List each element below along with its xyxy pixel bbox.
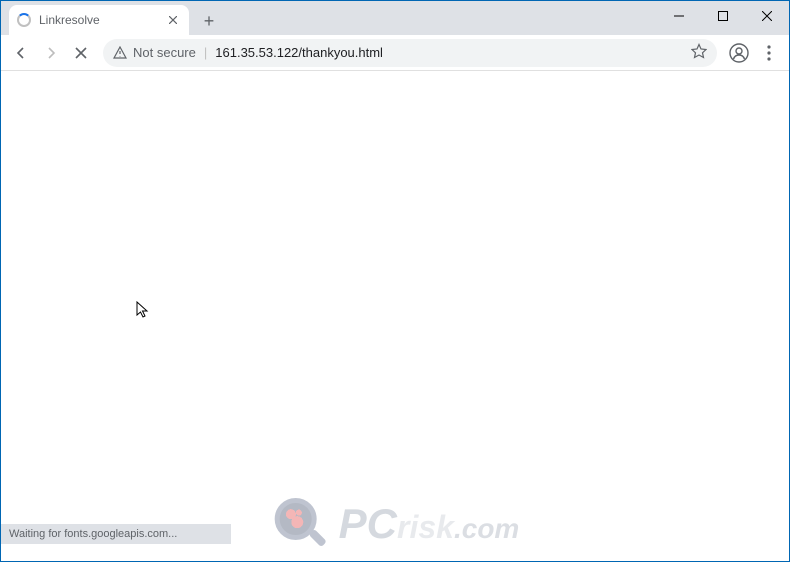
close-icon (169, 16, 177, 24)
watermark-text: PCrisk.com (339, 500, 520, 548)
maximize-icon (718, 11, 728, 21)
window-controls (657, 1, 789, 31)
browser-window: Linkresolve + (0, 0, 790, 562)
close-window-button[interactable] (745, 1, 789, 31)
forward-button[interactable] (37, 39, 65, 67)
url-text: 161.35.53.122/thankyou.html (215, 45, 383, 60)
status-text: Waiting for fonts.googleapis.com... (9, 528, 177, 540)
tab-strip: Linkresolve + (1, 1, 789, 35)
warning-icon (113, 46, 127, 60)
stop-reload-button[interactable] (67, 39, 95, 67)
close-icon (762, 11, 772, 21)
minimize-icon (674, 11, 684, 21)
browser-tab[interactable]: Linkresolve (9, 5, 189, 35)
plus-icon: + (204, 11, 215, 32)
minimize-button[interactable] (657, 1, 701, 31)
maximize-button[interactable] (701, 1, 745, 31)
menu-button[interactable] (755, 39, 783, 67)
close-icon (75, 47, 87, 59)
new-tab-button[interactable]: + (195, 7, 223, 35)
page-viewport (1, 71, 789, 561)
toolbar: Not secure | 161.35.53.122/thankyou.html (1, 35, 789, 71)
arrow-left-icon (13, 45, 29, 61)
kebab-icon (767, 45, 771, 61)
status-bar: Waiting for fonts.googleapis.com... (1, 524, 231, 544)
tab-title: Linkresolve (39, 13, 165, 27)
separator: | (204, 45, 207, 60)
magnifier-icon (271, 494, 331, 554)
profile-button[interactable] (725, 39, 753, 67)
address-bar[interactable]: Not secure | 161.35.53.122/thankyou.html (103, 39, 717, 67)
loading-spinner-icon (17, 13, 31, 27)
cursor-icon (136, 301, 150, 319)
star-icon (691, 43, 707, 59)
security-label: Not secure (133, 45, 196, 60)
user-icon (729, 43, 749, 63)
watermark: PCrisk.com (271, 494, 520, 554)
bookmark-button[interactable] (691, 43, 707, 62)
back-button[interactable] (7, 39, 35, 67)
close-tab-button[interactable] (165, 12, 181, 28)
arrow-right-icon (43, 45, 59, 61)
